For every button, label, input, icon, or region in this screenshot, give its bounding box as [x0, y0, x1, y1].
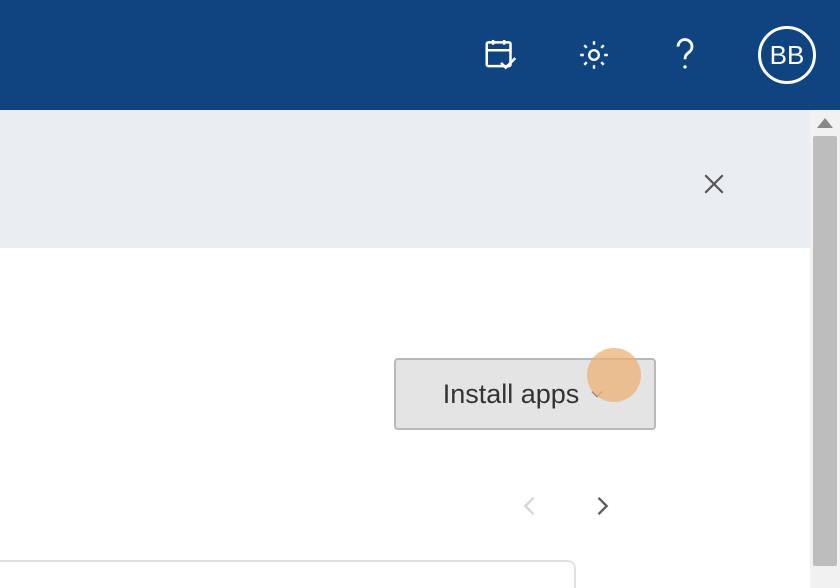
gear-icon[interactable]: [576, 37, 612, 73]
card-top-edge: [0, 560, 576, 588]
app-header: BB: [0, 0, 840, 110]
content-wrapper: Install apps: [0, 110, 840, 588]
install-apps-label: Install apps: [443, 379, 580, 410]
next-button[interactable]: [582, 486, 622, 526]
notification-banner: [0, 110, 810, 248]
avatar[interactable]: BB: [758, 26, 816, 84]
prev-button: [510, 486, 550, 526]
help-icon[interactable]: [668, 34, 702, 76]
vertical-scrollbar[interactable]: [810, 110, 840, 588]
install-apps-button[interactable]: Install apps: [394, 358, 656, 430]
avatar-initials: BB: [770, 40, 805, 71]
scroll-thumb[interactable]: [813, 136, 837, 566]
calendar-check-icon[interactable]: [482, 36, 520, 74]
chevron-down-icon: [587, 384, 607, 404]
carousel-nav: [510, 486, 622, 526]
content-area: Install apps: [0, 110, 810, 588]
close-icon[interactable]: [694, 164, 734, 204]
scroll-up-icon[interactable]: [817, 118, 833, 128]
